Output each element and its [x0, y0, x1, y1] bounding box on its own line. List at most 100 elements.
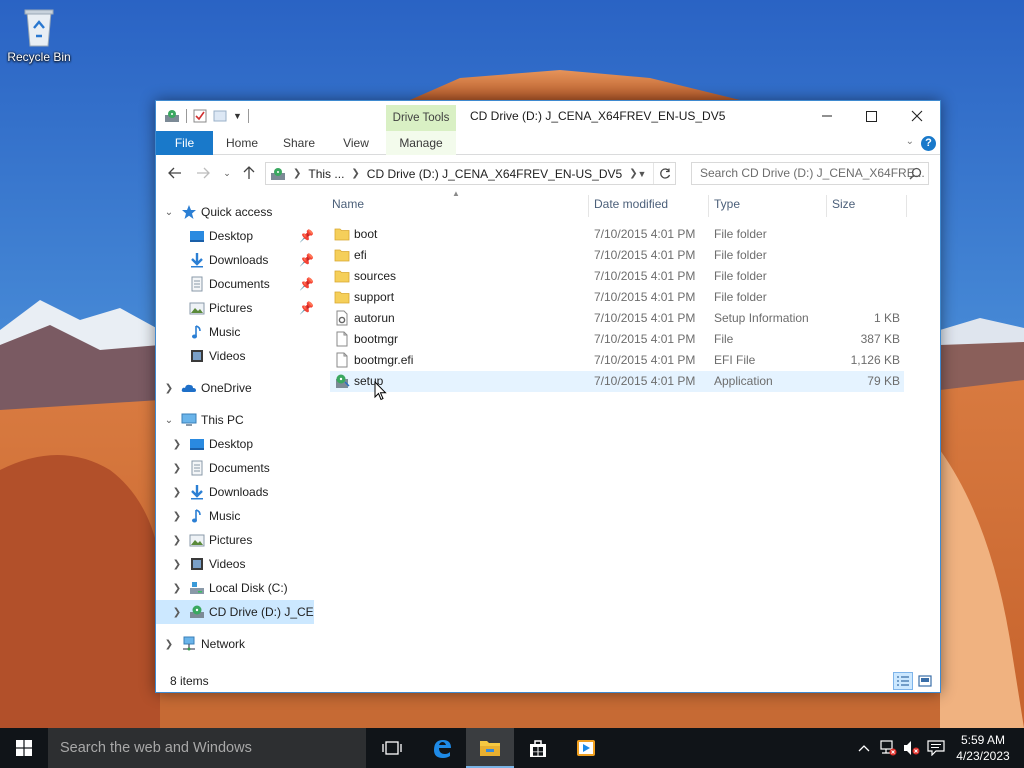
address-bar[interactable]: ❯ This ... ❯ CD Drive (D:) J_CENA_X64FRE… [265, 162, 676, 185]
collapsed-arrow-icon[interactable]: ❯ [172, 511, 182, 522]
media-player-taskbar-button[interactable] [562, 728, 610, 768]
system-clock[interactable]: 5:59 AM 4/23/2023 [950, 732, 1016, 764]
recent-locations-button[interactable]: ⌄ [220, 163, 234, 183]
nav-quick-desktop[interactable]: Desktop 📌 [156, 224, 314, 248]
documents-icon [191, 276, 203, 292]
pin-icon[interactable]: 📌 [299, 277, 314, 291]
collapsed-arrow-icon[interactable]: ❯ [172, 607, 182, 618]
recycle-bin-label: Recycle Bin [7, 50, 71, 64]
table-row[interactable]: bootmgr.efi 7/10/2015 4:01 PM EFI File 1… [330, 350, 904, 371]
pin-icon[interactable]: 📌 [299, 253, 314, 267]
breadcrumb-chevron-icon[interactable]: ❯ [293, 168, 301, 179]
table-row[interactable]: setup 7/10/2015 4:01 PM Application 79 K… [330, 371, 904, 392]
nav-quick-videos[interactable]: Videos [156, 344, 314, 368]
expand-ribbon-icon[interactable]: ⌄ [906, 136, 914, 147]
nav-quick-downloads[interactable]: Downloads 📌 [156, 248, 314, 272]
pin-icon[interactable]: 📌 [299, 229, 314, 243]
chevron-down-icon: ⌄ [223, 167, 231, 178]
pin-icon[interactable]: 📌 [299, 301, 314, 315]
network-status-button[interactable] [878, 738, 898, 758]
up-button[interactable] [240, 163, 258, 183]
tab-view[interactable]: View [332, 131, 380, 155]
volume-button[interactable] [902, 738, 922, 758]
nav-network[interactable]: ❯ Network [156, 632, 314, 656]
help-button[interactable]: ? [921, 136, 936, 151]
collapsed-arrow-icon[interactable]: ❯ [172, 535, 182, 546]
table-row[interactable]: sources 7/10/2015 4:01 PM File folder [330, 266, 904, 287]
task-view-button[interactable] [368, 728, 416, 768]
maximize-button[interactable] [848, 101, 894, 131]
store-taskbar-button[interactable] [514, 728, 562, 768]
show-hidden-icons-button[interactable] [854, 738, 874, 758]
start-button[interactable] [0, 728, 48, 768]
nav-pc-pictures[interactable]: ❯ Pictures [156, 528, 314, 552]
column-header-name[interactable]: Name [326, 187, 588, 221]
table-row[interactable]: efi 7/10/2015 4:01 PM File folder [330, 245, 904, 266]
tab-home[interactable]: Home [218, 131, 266, 155]
search-input[interactable]: Search CD Drive (D:) J_CENA_X64FRE... [691, 162, 929, 185]
nav-pc-cd-drive[interactable]: ❯ CD Drive (D:) J_CEN [156, 600, 314, 624]
address-history-button[interactable]: ▼ [633, 163, 651, 184]
collapsed-arrow-icon[interactable]: ❯ [164, 383, 174, 394]
table-row[interactable]: bootmgr 7/10/2015 4:01 PM File 387 KB [330, 329, 904, 350]
nav-onedrive[interactable]: ❯ OneDrive [156, 376, 314, 400]
chevron-down-icon: ▼ [637, 168, 647, 179]
properties-icon[interactable] [193, 109, 207, 123]
table-row[interactable]: support 7/10/2015 4:01 PM File folder [330, 287, 904, 308]
nav-quick-pictures[interactable]: Pictures 📌 [156, 296, 314, 320]
collapsed-arrow-icon[interactable]: ❯ [172, 559, 182, 570]
collapsed-arrow-icon[interactable]: ❯ [172, 487, 182, 498]
column-header-type[interactable]: Type [708, 187, 826, 221]
collapsed-arrow-icon[interactable]: ❯ [172, 583, 182, 594]
details-view-button[interactable] [893, 672, 913, 690]
column-separator[interactable] [906, 195, 907, 217]
large-icons-view-button[interactable] [915, 672, 935, 690]
window-title: CD Drive (D:) J_CENA_X64FREV_EN-US_DV5 [470, 109, 726, 123]
file-name: bootmgr [354, 332, 399, 346]
notification-icon [927, 740, 945, 756]
close-button[interactable] [894, 101, 940, 131]
expanded-arrow-icon[interactable]: ⌄ [164, 207, 174, 218]
expanded-arrow-icon[interactable]: ⌄ [164, 415, 174, 426]
minimize-button[interactable] [804, 101, 850, 131]
tab-manage[interactable]: Manage [386, 131, 456, 155]
edge-taskbar-button[interactable] [418, 728, 466, 768]
new-folder-icon[interactable] [213, 109, 227, 123]
table-row[interactable]: boot 7/10/2015 4:01 PM File folder [330, 224, 904, 245]
table-row[interactable]: autorun 7/10/2015 4:01 PM Setup Informat… [330, 308, 904, 329]
file-explorer-taskbar-button[interactable] [466, 728, 514, 768]
refresh-button[interactable] [653, 163, 675, 184]
collapsed-arrow-icon[interactable]: ❯ [172, 463, 182, 474]
nav-label: Desktop [209, 437, 254, 451]
file-name: bootmgr.efi [354, 353, 414, 367]
nav-quick-documents[interactable]: Documents 📌 [156, 272, 314, 296]
nav-pc-documents[interactable]: ❯ Documents [156, 456, 314, 480]
nav-label: Videos [209, 349, 246, 363]
title-bar[interactable]: ▼ Drive Tools CD Drive (D:) J_CENA_X64FR… [156, 101, 940, 131]
action-center-button[interactable] [926, 738, 946, 758]
column-header-date[interactable]: Date modified [588, 187, 708, 221]
forward-button[interactable] [194, 163, 212, 183]
collapsed-arrow-icon[interactable]: ❯ [172, 439, 182, 450]
tab-share[interactable]: Share [274, 131, 324, 155]
nav-quick-access[interactable]: ⌄ Quick access [156, 200, 314, 224]
nav-this-pc[interactable]: ⌄ This PC [156, 408, 314, 432]
nav-quick-music[interactable]: Music [156, 320, 314, 344]
music-icon [192, 509, 201, 523]
recycle-bin-shortcut[interactable]: Recycle Bin [4, 6, 74, 76]
downloads-icon [191, 253, 203, 268]
nav-pc-videos[interactable]: ❯ Videos [156, 552, 314, 576]
qat-dropdown-icon[interactable]: ▼ [233, 111, 242, 121]
nav-pc-downloads[interactable]: ❯ Downloads [156, 480, 314, 504]
nav-pc-desktop[interactable]: ❯ Desktop [156, 432, 314, 456]
back-button[interactable] [166, 163, 184, 183]
breadcrumb-cd-drive[interactable]: CD Drive (D:) J_CENA_X64FREV_EN-US_DV5 [367, 167, 622, 181]
column-header-size[interactable]: Size [826, 187, 906, 221]
nav-pc-local-disk[interactable]: ❯ Local Disk (C:) [156, 576, 314, 600]
taskbar-search-input[interactable]: Search the web and Windows [48, 728, 366, 768]
breadcrumb-this-pc[interactable]: This ... [308, 167, 344, 181]
tab-file[interactable]: File [156, 131, 213, 155]
collapsed-arrow-icon[interactable]: ❯ [164, 639, 174, 650]
nav-pc-music[interactable]: ❯ Music [156, 504, 314, 528]
breadcrumb-chevron-icon[interactable]: ❯ [351, 168, 359, 179]
